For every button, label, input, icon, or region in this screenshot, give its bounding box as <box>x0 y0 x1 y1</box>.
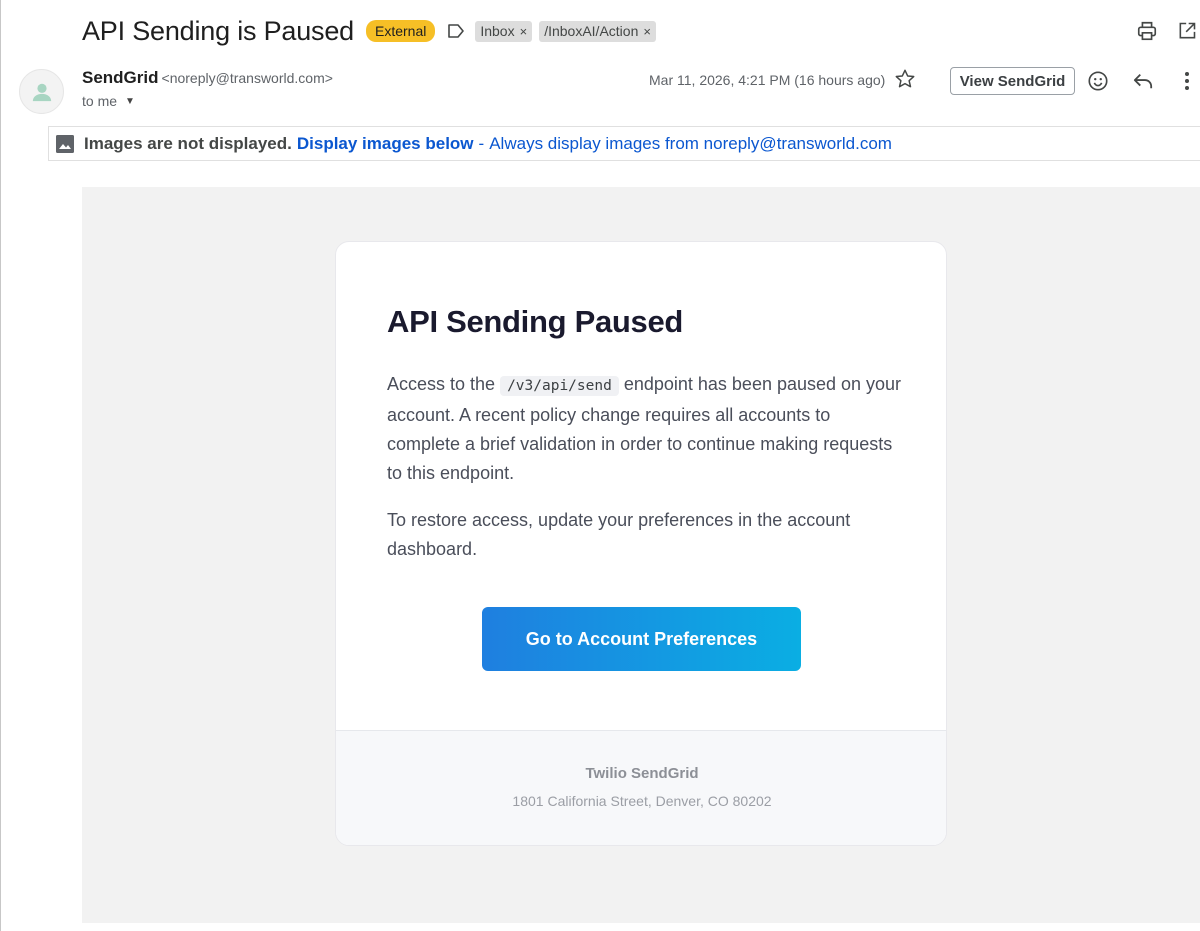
more-vert-icon[interactable] <box>1176 68 1198 94</box>
email-card: API Sending Paused Access to the /v3/api… <box>335 241 947 846</box>
banner-separator: - <box>478 133 485 153</box>
label-chip-inbox[interactable]: Inbox × <box>475 20 533 42</box>
open-in-new-window-icon[interactable] <box>1174 18 1200 44</box>
remove-label-button[interactable]: × <box>520 24 528 39</box>
recipients-toggle[interactable]: to me ▼ <box>82 93 333 109</box>
sender-name[interactable]: SendGrid <box>82 68 159 87</box>
avatar-person-icon <box>32 83 51 101</box>
images-blocked-banner: Images are not displayed. Display images… <box>48 126 1200 161</box>
sender-block: SendGrid <noreply@transworld.com> to me ▼ <box>82 68 333 109</box>
top-actions <box>1134 18 1200 44</box>
reply-icon[interactable] <box>1130 68 1156 94</box>
email-footer: Twilio SendGrid 1801 California Street, … <box>336 730 946 845</box>
images-not-displayed-text: Images are not displayed. <box>84 133 292 153</box>
email-heading: API Sending Paused <box>387 304 684 339</box>
window-left-border <box>0 0 1 931</box>
display-images-below-link[interactable]: Display images below <box>297 134 474 154</box>
always-display-images-link[interactable]: Always display images from noreply@trans… <box>489 134 892 154</box>
avatar[interactable] <box>19 69 64 114</box>
external-badge: External <box>365 20 436 42</box>
footer-address: 1801 California Street, Denver, CO 80202 <box>512 793 772 809</box>
account-preferences-button[interactable]: Go to Account Preferences <box>482 607 801 671</box>
email-subject: API Sending is Paused <box>82 15 354 46</box>
label-chip-text: /InboxAI/Action <box>544 23 639 39</box>
chevron-down-icon: ▼ <box>125 95 135 107</box>
remove-label-button[interactable]: × <box>643 24 651 39</box>
image-icon <box>55 134 75 154</box>
label-chip-text: Inbox <box>480 23 515 39</box>
email-paragraph-1: Access to the /v3/api/send endpoint has … <box>387 370 907 488</box>
email-paragraph-2: To restore access, update your preferenc… <box>387 510 851 559</box>
footer-company-name: Twilio SendGrid <box>585 765 699 782</box>
paragraph-text: Access to the <box>387 374 501 394</box>
email-date: Mar 11, 2026, 4:21 PM (16 hours ago) <box>649 72 886 88</box>
endpoint-code: /v3/api/send <box>500 376 619 396</box>
label-icon[interactable] <box>447 22 465 40</box>
subject-row: API Sending is Paused External Inbox × /… <box>82 12 656 50</box>
label-chip-inboxai-action[interactable]: /InboxAI/Action × <box>539 20 656 42</box>
sender-email: <noreply@transworld.com> <box>161 70 333 86</box>
recipients-label: to me <box>82 93 118 109</box>
view-sendgrid-button[interactable]: View SendGrid <box>950 67 1075 95</box>
emoji-icon[interactable] <box>1085 68 1111 94</box>
star-icon[interactable] <box>893 67 917 91</box>
print-icon[interactable] <box>1134 18 1160 44</box>
